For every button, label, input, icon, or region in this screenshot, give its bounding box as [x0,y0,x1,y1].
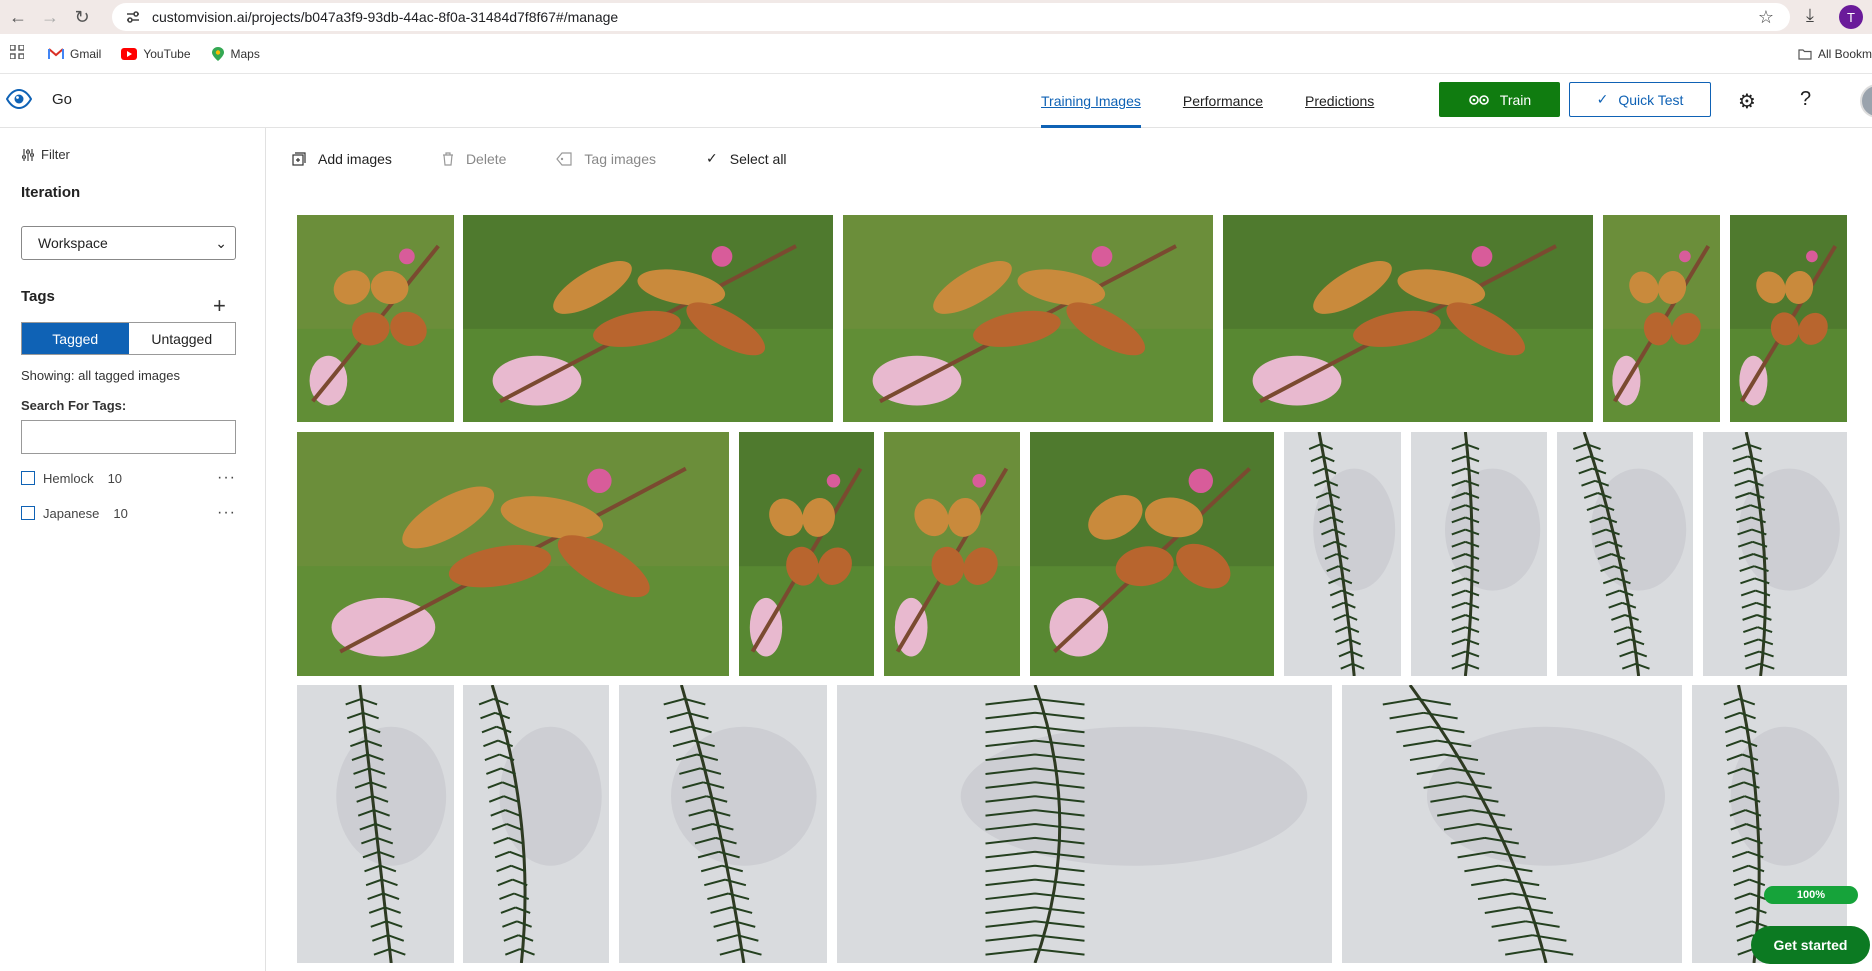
progress-badge: 100% [1764,886,1858,904]
quick-test-button[interactable]: ✓ Quick Test [1569,82,1711,117]
help-icon[interactable]: ? [1800,88,1811,111]
iteration-select[interactable]: Workspace ⌄ [21,226,236,260]
image-thumbnail[interactable] [1411,432,1547,676]
tag-images-button[interactable]: Tag images [556,151,656,167]
more-options-icon[interactable]: ··· [217,469,236,487]
gears-icon [1468,94,1489,105]
reload-icon[interactable]: ↻ [68,3,96,31]
image-thumbnail[interactable] [1342,685,1682,963]
untagged-button[interactable]: Untagged [129,323,236,354]
settings-gear-icon[interactable]: ⚙ [1738,89,1756,114]
tagged-button[interactable]: Tagged [22,323,129,354]
image-thumbnail[interactable] [837,685,1332,963]
all-bookmarks[interactable]: All Bookm [1798,47,1872,61]
image-thumbnail[interactable] [884,432,1020,676]
image-thumbnail[interactable] [1703,432,1847,676]
image-thumbnail[interactable] [1730,215,1847,422]
image-thumbnail[interactable] [1603,215,1720,422]
image-thumbnail[interactable] [1692,685,1847,963]
trash-icon [442,151,453,166]
image-thumbnail[interactable] [1030,432,1274,676]
tag-row-hemlock[interactable]: Hemlock 10 ··· [21,469,236,487]
bookmark-youtube[interactable]: YouTube [121,47,191,61]
tag-checkbox[interactable] [21,471,35,485]
tag-checkbox[interactable] [21,506,35,520]
search-tags-input[interactable] [21,420,236,454]
search-tags-label: Search For Tags: [21,398,127,413]
apps-grid-icon[interactable] [9,44,25,62]
image-thumbnail[interactable] [463,685,609,963]
filter-button[interactable]: Filter [21,147,70,162]
image-thumbnail[interactable] [297,432,729,676]
add-images-button[interactable]: Add images [292,151,392,167]
bookmark-gmail[interactable]: Gmail [48,47,101,61]
image-thumbnail[interactable] [1223,215,1593,422]
image-thumbnail[interactable] [1557,432,1693,676]
tag-row-japanese[interactable]: Japanese 10 ··· [21,504,236,522]
site-settings-icon[interactable] [118,9,148,25]
main-tabs: Training Images Performance Predictions [1041,74,1416,128]
iteration-title: Iteration [21,184,81,201]
youtube-icon [121,47,138,60]
showing-text: Showing: all tagged images [21,368,180,383]
url-text: customvision.ai/projects/b047a3f9-93db-4… [152,9,619,25]
more-options-icon[interactable]: ··· [217,504,236,522]
forward-icon[interactable]: → [36,3,64,31]
bookmark-star-icon[interactable]: ☆ [1758,7,1774,28]
add-tag-icon[interactable]: + [213,293,226,319]
bookmarks-bar: Gmail YouTube Maps All Bookm [0,34,1872,74]
profile-avatar[interactable]: T [1839,5,1863,29]
back-icon[interactable]: ← [4,3,32,31]
folder-icon [1798,48,1812,60]
sidebar: Filter Iteration Workspace ⌄ Tags + Tagg… [0,128,266,971]
delete-button[interactable]: Delete [442,151,506,167]
image-thumbnail[interactable] [297,215,454,422]
checkmark-icon: ✓ [1596,91,1609,107]
image-thumbnail[interactable] [1284,432,1401,676]
gmail-icon [48,47,64,59]
train-button[interactable]: Train [1439,82,1560,117]
app-header: Go Training Images Performance Predictio… [0,74,1872,128]
tagged-toggle: Tagged Untagged [21,322,236,355]
tab-predictions[interactable]: Predictions [1305,74,1374,128]
project-name[interactable]: Go [52,91,72,108]
address-bar[interactable]: customvision.ai/projects/b047a3f9-93db-4… [112,3,1790,31]
image-thumbnail[interactable] [739,432,874,676]
tab-performance[interactable]: Performance [1183,74,1263,128]
user-avatar[interactable] [1860,84,1872,118]
image-toolbar: Add images Delete Tag images ✓ Select al… [292,150,837,167]
image-thumbnail[interactable] [463,215,833,422]
browser-toolbar: ← → ↻ customvision.ai/projects/b047a3f9-… [0,0,1872,34]
maps-icon [211,46,224,61]
download-icon[interactable]: ⤓ [1806,5,1814,26]
image-thumbnail[interactable] [843,215,1213,422]
add-image-icon [292,151,306,166]
bookmark-maps[interactable]: Maps [211,46,260,61]
tab-training-images[interactable]: Training Images [1041,74,1141,128]
get-started-button[interactable]: Get started [1751,926,1870,964]
tags-title: Tags [21,288,55,305]
select-all-button[interactable]: ✓ Select all [706,150,787,167]
filter-sliders-icon [22,148,34,161]
tag-icon [556,151,573,166]
image-thumbnail[interactable] [297,685,454,963]
image-thumbnail[interactable] [619,685,827,963]
checkmark-icon: ✓ [706,150,718,166]
chevron-down-icon: ⌄ [215,234,227,251]
custom-vision-logo-icon[interactable] [5,88,33,115]
